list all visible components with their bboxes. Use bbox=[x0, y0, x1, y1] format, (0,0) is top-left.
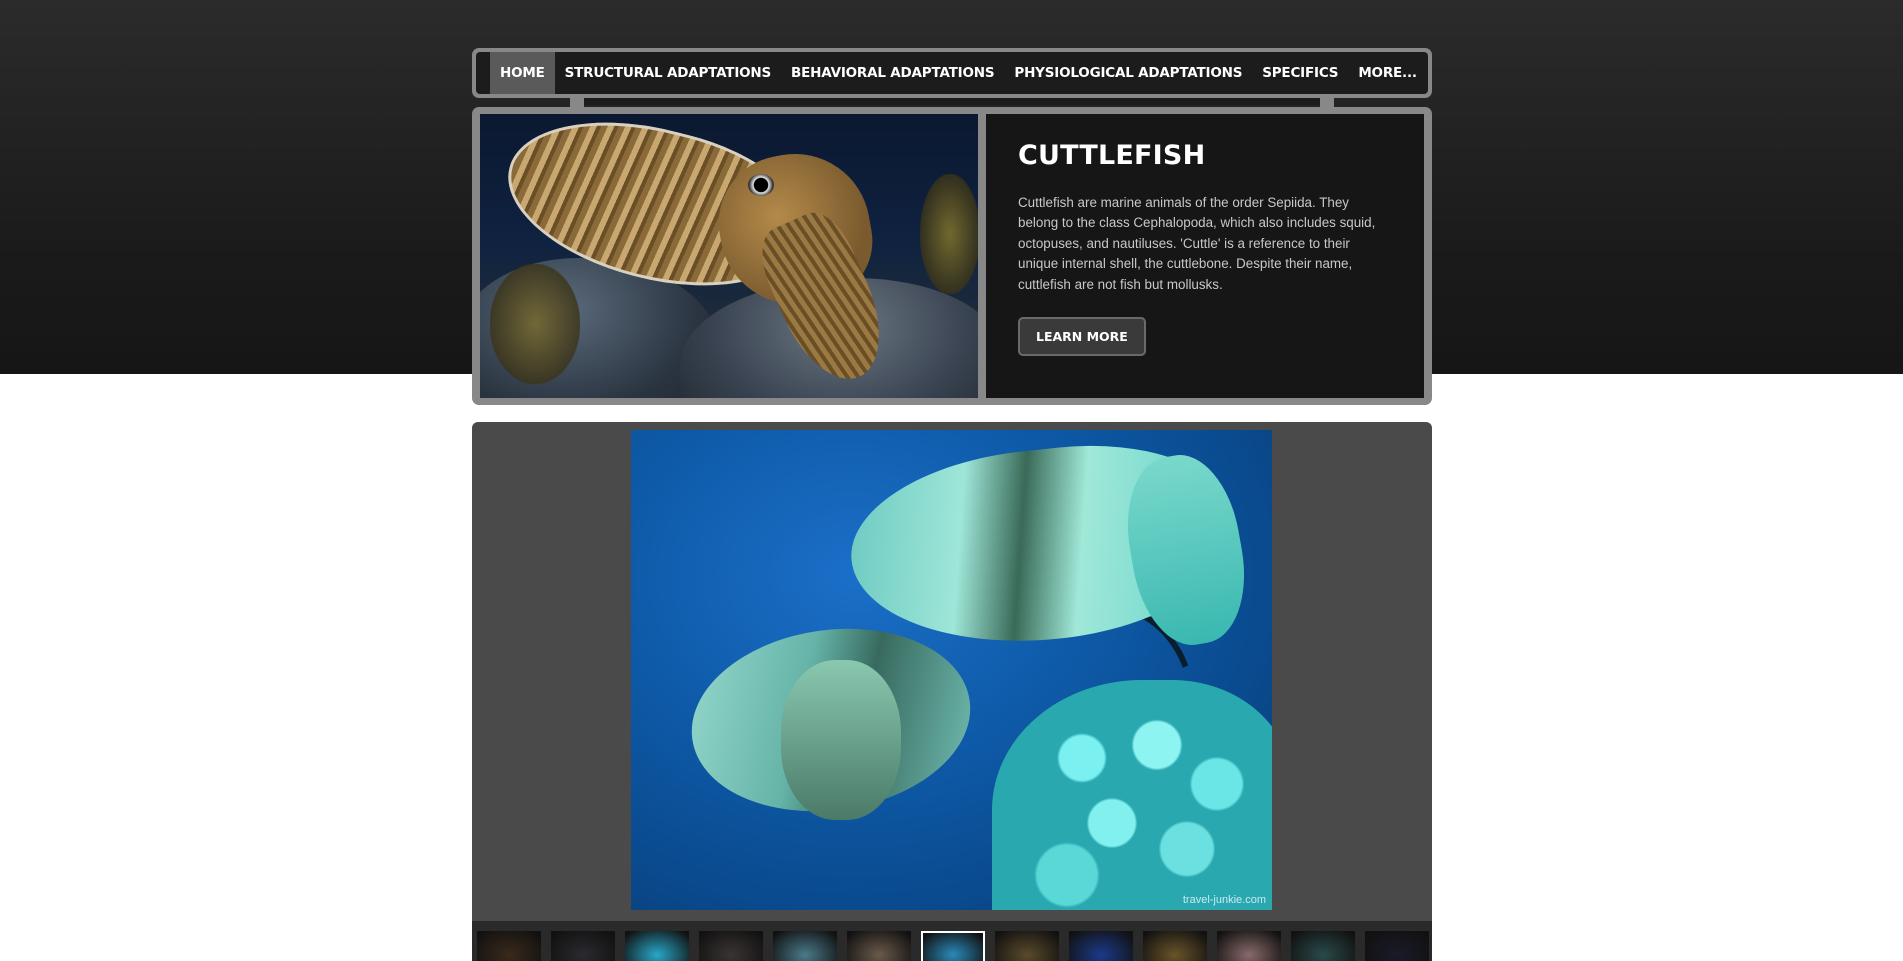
gallery-thumbnail[interactable] bbox=[1217, 931, 1281, 961]
hero-panel: CUTTLEFISH Cuttlefish are marine animals… bbox=[472, 107, 1432, 405]
hero-title: CUTTLEFISH bbox=[1018, 140, 1206, 171]
gallery-thumbnail[interactable] bbox=[1365, 931, 1429, 961]
gallery-thumbnail[interactable] bbox=[995, 931, 1059, 961]
nav-item-physiological-adaptations[interactable]: PHYSIOLOGICAL ADAPTATIONS bbox=[1004, 52, 1252, 94]
gallery-thumbnail[interactable] bbox=[1143, 931, 1207, 961]
photo-watermark: travel-junkie.com bbox=[1182, 894, 1266, 906]
nav-bar: HOME STRUCTURAL ADAPTATIONS BEHAVIORAL A… bbox=[476, 52, 1428, 94]
gallery-thumbnail[interactable] bbox=[773, 931, 837, 961]
learn-more-button[interactable]: LEARN MORE bbox=[1018, 317, 1146, 357]
gallery-thumbnail[interactable] bbox=[477, 931, 541, 961]
gallery-thumbnail[interactable] bbox=[699, 931, 763, 961]
nav-item-structural-adaptations[interactable]: STRUCTURAL ADAPTATIONS bbox=[555, 52, 781, 94]
gallery-thumbnail[interactable] bbox=[551, 931, 615, 961]
nav-item-specifics[interactable]: SPECIFICS bbox=[1252, 52, 1348, 94]
nav-item-home[interactable]: HOME bbox=[490, 52, 555, 94]
gallery-thumbnail[interactable] bbox=[921, 931, 985, 961]
main-nav: HOME STRUCTURAL ADAPTATIONS BEHAVIORAL A… bbox=[472, 48, 1432, 98]
photo-gallery: travel-junkie.com bbox=[472, 422, 1432, 961]
gallery-thumbnail[interactable] bbox=[625, 931, 689, 961]
nav-item-behavioral-adaptations[interactable]: BEHAVIORAL ADAPTATIONS bbox=[781, 52, 1004, 94]
gallery-thumbnail[interactable] bbox=[847, 931, 911, 961]
hero-description: Cuttlefish are marine animals of the ord… bbox=[1018, 195, 1376, 292]
nav-item-more[interactable]: MORE... bbox=[1348, 52, 1445, 94]
gallery-thumbnail[interactable] bbox=[1291, 931, 1355, 961]
hero-image-cuttlefish bbox=[480, 114, 978, 398]
gallery-thumbnail[interactable] bbox=[1069, 931, 1133, 961]
gallery-main-photo[interactable]: travel-junkie.com bbox=[631, 430, 1272, 910]
hero-text-panel: CUTTLEFISH Cuttlefish are marine animals… bbox=[986, 114, 1424, 398]
nav-connector-bar bbox=[584, 98, 1320, 105]
thumbnail-strip bbox=[472, 921, 1432, 961]
